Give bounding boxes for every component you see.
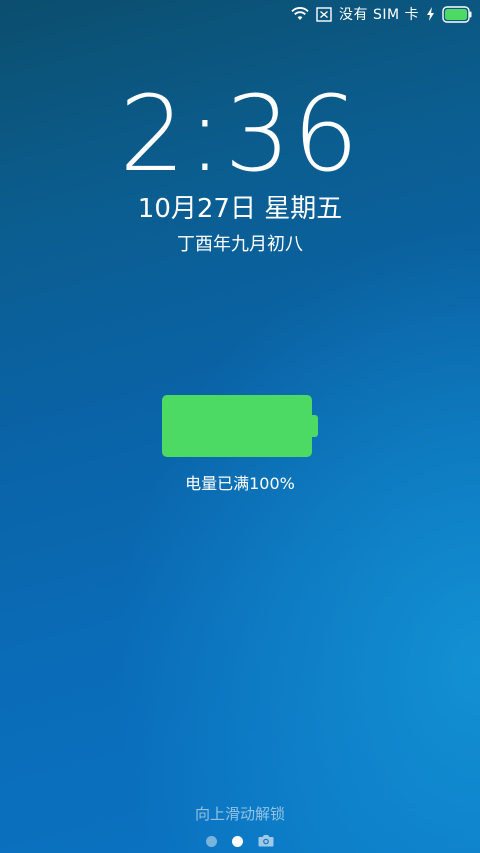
charging-bolt-icon: [426, 7, 435, 21]
battery-status-label: 电量已满100%: [185, 474, 295, 493]
page-dot[interactable]: [206, 836, 217, 847]
carrier-status-text: 没有 SIM 卡: [339, 7, 419, 23]
lockscreen-date: 10月27日 星期五: [137, 194, 343, 224]
charging-battery-terminal: [312, 415, 318, 437]
lockscreen-pager: [0, 832, 480, 851]
page-dot-active[interactable]: [232, 836, 243, 847]
status-bar: 没有 SIM 卡: [291, 0, 472, 28]
swipe-up-unlock-hint[interactable]: 向上滑动解锁: [0, 803, 480, 824]
battery-icon: [442, 5, 472, 23]
lunar-date: 丁酉年九月初八: [177, 234, 303, 255]
wifi-icon: [291, 7, 309, 21]
no-sim-icon: [316, 6, 332, 22]
charging-battery-body: [162, 395, 312, 457]
camera-icon[interactable]: [258, 832, 274, 851]
lockscreen-clock: 2:36: [119, 73, 361, 195]
